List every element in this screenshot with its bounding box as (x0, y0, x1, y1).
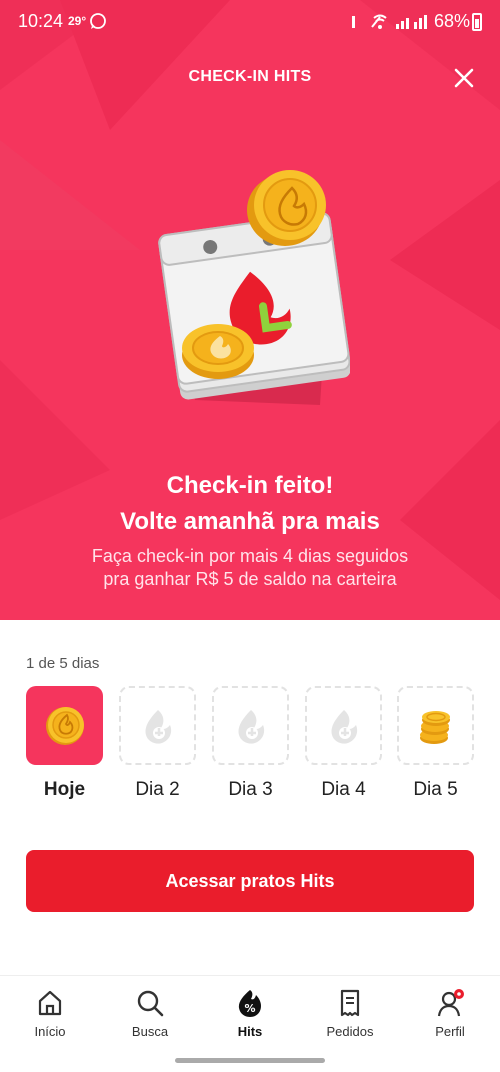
day-box-today (26, 686, 103, 765)
checkin-hero: 10:24 29° 68% CHECK-IN HITS Check-in fei… (0, 0, 500, 620)
calendar-coins-illustration (158, 170, 350, 405)
nav-item-perfil[interactable]: Perfil (400, 988, 500, 1039)
day-5: Dia 5 (397, 686, 474, 801)
receipt-icon (340, 989, 360, 1017)
day-box (397, 686, 474, 765)
signal-icons (352, 14, 427, 29)
day-4: Dia 4 (305, 686, 382, 801)
day-label: Dia 2 (135, 779, 180, 800)
day-label: Hoje (43, 779, 86, 800)
close-icon (454, 68, 474, 88)
checkin-headline: Check-in feito! Volte amanhã pra mais (0, 468, 500, 540)
user-icon (437, 989, 464, 1017)
hits-percent-icon: % (238, 990, 261, 1017)
home-icon (38, 990, 62, 1016)
nav-item-inicio[interactable]: Início (0, 988, 100, 1039)
checkin-subtext: Faça check-in por mais 4 dias seguidos p… (91, 546, 409, 589)
nav-label: Início (34, 1024, 66, 1039)
coin-stack-icon (419, 710, 450, 744)
day-2: Dia 2 (119, 686, 196, 801)
headline-line-2: Volte amanhã pra mais (120, 508, 380, 535)
day-box (305, 686, 382, 765)
flame-icon (331, 709, 357, 744)
flame-icon (145, 709, 171, 744)
status-bar: 10:24 29° 68% (0, 0, 500, 44)
nav-item-hits[interactable]: % Hits (200, 988, 300, 1039)
progress-label: 1 de 5 dias (26, 655, 100, 672)
status-time: 10:24 (18, 11, 64, 31)
coin-bottom (182, 324, 254, 379)
page-title: CHECK-IN HITS (188, 68, 312, 85)
svg-text:%: % (244, 1002, 255, 1015)
day-box (212, 686, 289, 765)
flame-icon (238, 709, 264, 744)
nav-item-busca[interactable]: Busca (100, 988, 200, 1039)
flame-coin-icon (45, 706, 84, 745)
search-icon (137, 990, 164, 1017)
day-label: Dia 5 (413, 779, 458, 800)
nav-label: Pedidos (326, 1024, 374, 1039)
home-indicator[interactable] (175, 1058, 325, 1063)
nav-item-pedidos[interactable]: Pedidos (300, 988, 400, 1039)
bottom-navigation: Início Busca % Hits Pedidos Perfil (0, 975, 500, 1050)
day-box (119, 686, 196, 765)
close-button[interactable] (448, 62, 480, 94)
day-3: Dia 3 (212, 686, 289, 801)
access-hits-button[interactable]: Acessar pratos Hits (26, 850, 474, 912)
streak-days: Hoje Dia 2 Dia 3 Dia 4 Dia 5 (26, 686, 474, 806)
battery-percentage: 68% (434, 11, 471, 31)
day-today: Hoje (26, 686, 103, 801)
nav-label: Hits (237, 1024, 263, 1039)
day-label: Dia 4 (321, 779, 366, 800)
whatsapp-icon (90, 13, 106, 29)
headline-line-1: Check-in feito! (166, 472, 334, 499)
battery-icon (472, 13, 482, 31)
nav-label: Busca (131, 1024, 169, 1039)
nav-label: Perfil (435, 1024, 465, 1039)
day-label: Dia 3 (228, 779, 273, 800)
status-temperature: 29° (68, 14, 87, 28)
